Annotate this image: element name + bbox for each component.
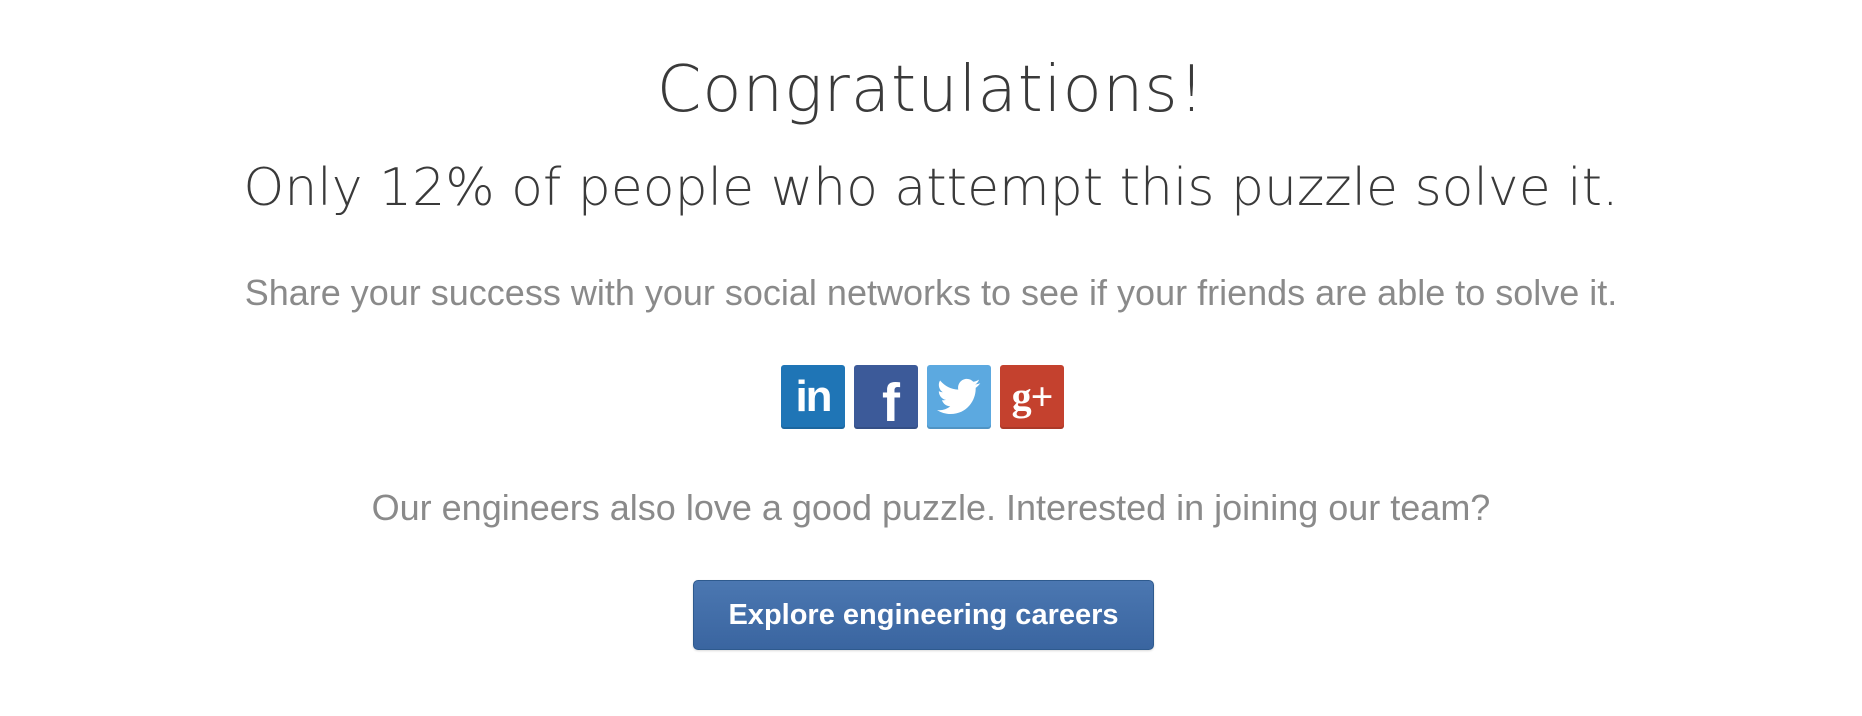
google-plus-share-button[interactable]: g+ — [1000, 365, 1064, 429]
google-plus-icon: g+ — [1011, 374, 1054, 419]
page-subtitle: Only 12% of people who attempt this puzz… — [243, 158, 1619, 218]
facebook-share-button[interactable]: f — [854, 365, 918, 433]
twitter-icon — [937, 378, 981, 415]
share-prompt: Share your success with your social netw… — [244, 272, 1618, 313]
social-share-buttons: in f g+ — [781, 365, 1064, 433]
puzzle-result-panel: Congratulations! Only 12% of people who … — [0, 0, 1862, 716]
linkedin-share-button[interactable]: in — [781, 365, 845, 429]
page-title: Congratulations! — [656, 53, 1206, 127]
linkedin-icon: in — [795, 372, 832, 421]
careers-prompt: Our engineers also love a good puzzle. I… — [371, 487, 1491, 528]
explore-careers-button[interactable]: Explore engineering careers — [693, 580, 1154, 650]
twitter-share-button[interactable] — [927, 365, 991, 429]
facebook-icon: f — [882, 373, 900, 433]
